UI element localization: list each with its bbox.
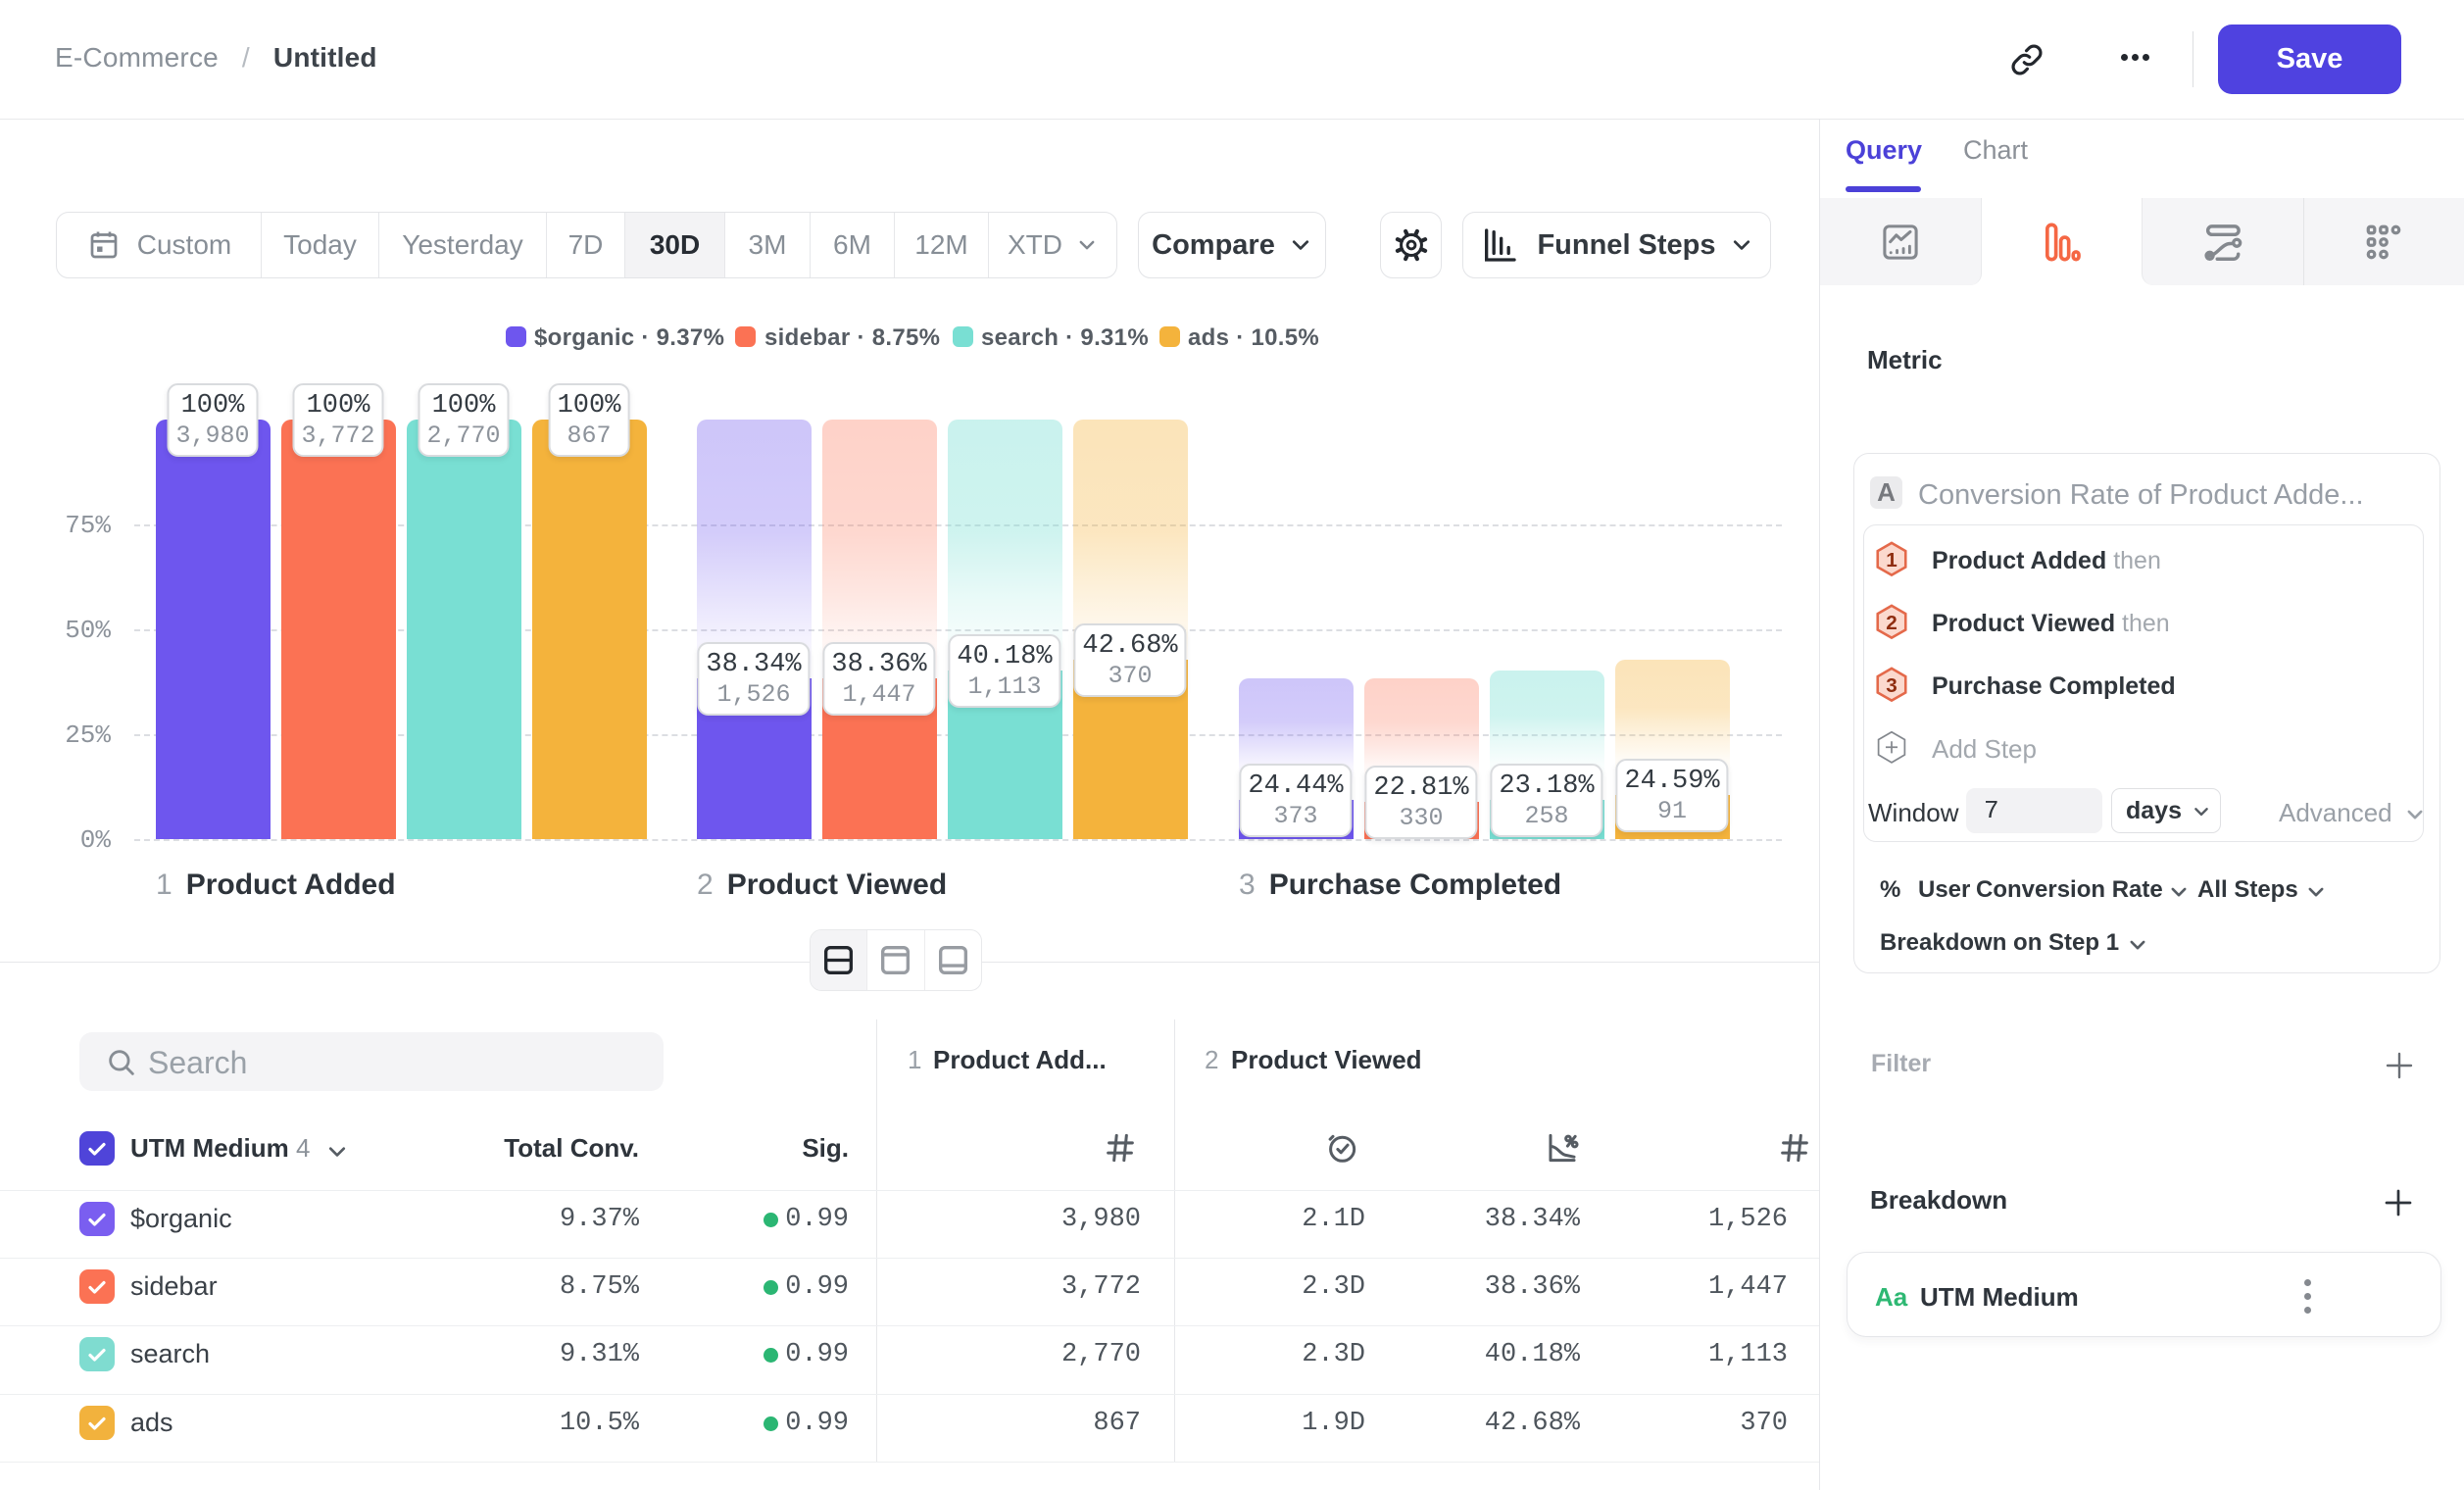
svg-text:1: 1 (1886, 549, 1897, 571)
svg-text:3: 3 (1886, 674, 1897, 697)
svg-text:2: 2 (1886, 612, 1897, 634)
